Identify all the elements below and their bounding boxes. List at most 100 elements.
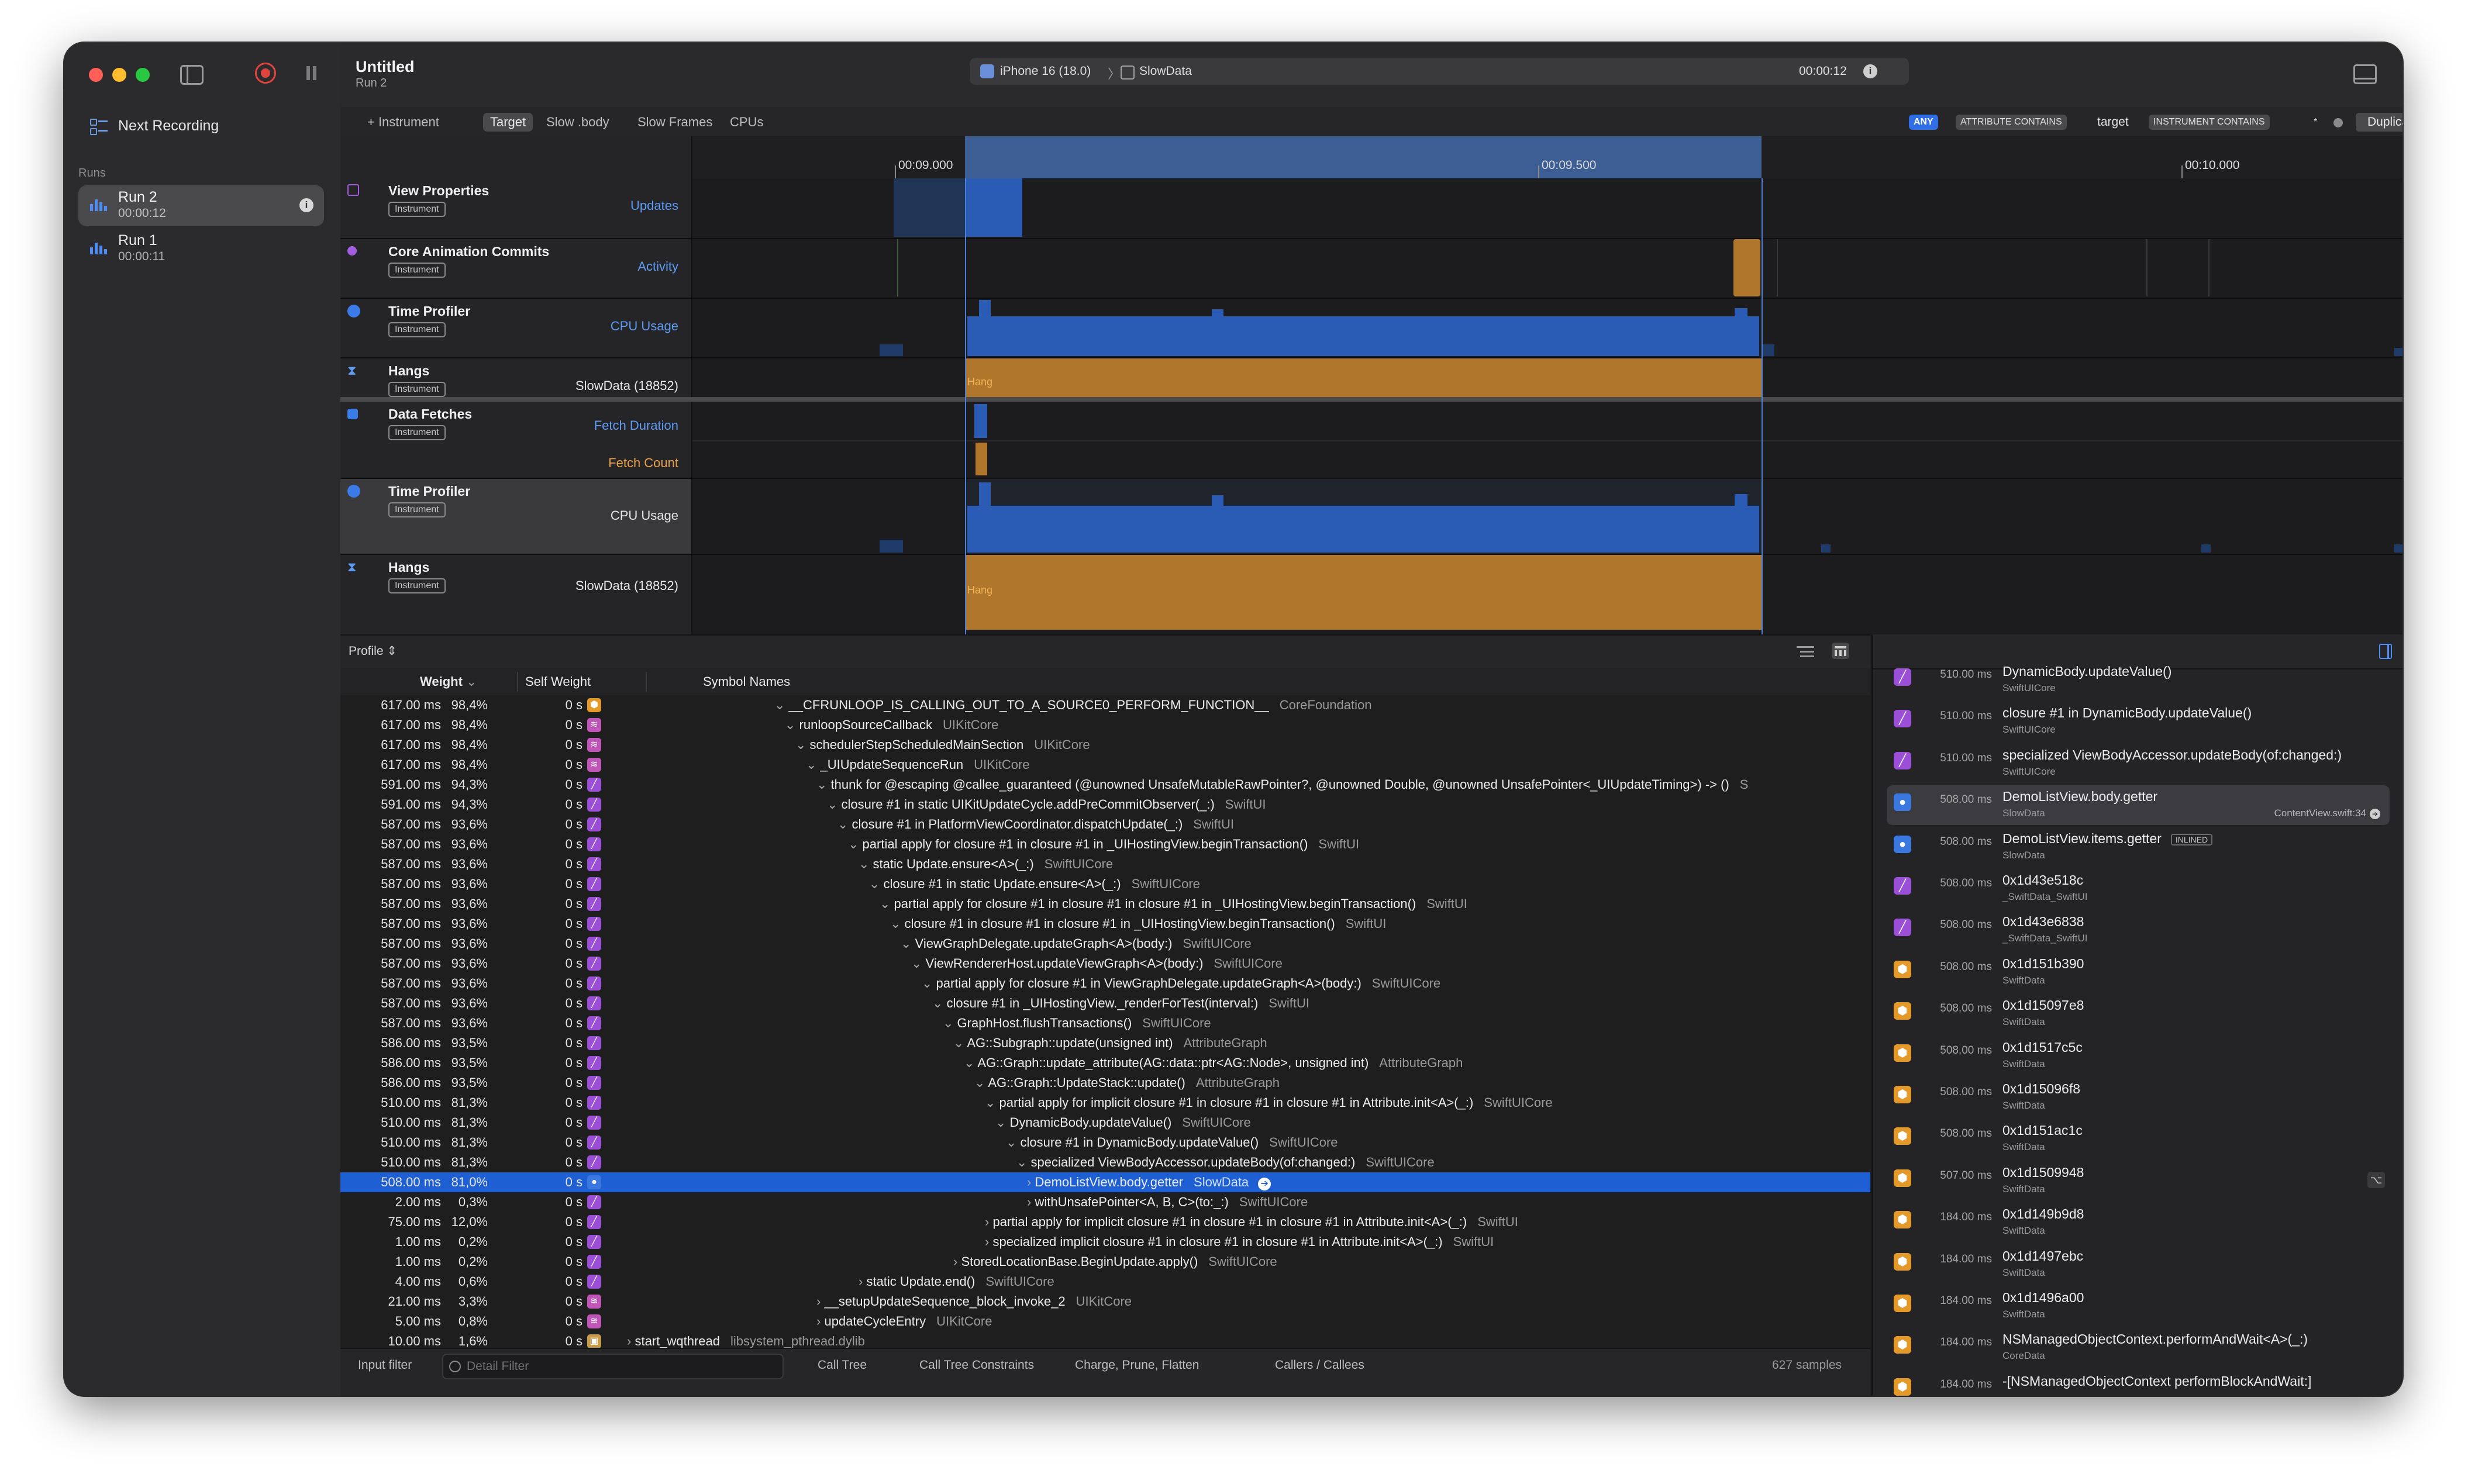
- go-to-source-icon[interactable]: ➔: [2370, 809, 2380, 820]
- track-hangs[interactable]: ⧗ Hangs Instrument SlowData (18852): [340, 555, 692, 634]
- call-tree-button[interactable]: Call Tree: [818, 1358, 867, 1372]
- callers-callees-button[interactable]: Callers / Callees: [1275, 1358, 1364, 1372]
- filter-value[interactable]: target: [2093, 115, 2133, 130]
- device-name[interactable]: iPhone 16 (18.0): [1000, 64, 1091, 78]
- data-fetches-lane[interactable]: [692, 402, 2402, 478]
- table-row[interactable]: 75.00 ms 12,0% 0 s ╱ › partial apply for imp…: [340, 1212, 1870, 1232]
- disclosure-chevron-icon[interactable]: ›: [859, 1274, 866, 1289]
- stack-frame[interactable]: ⬢ 508.00 ms 0x1d15096f8 SwiftData: [1887, 1078, 2390, 1117]
- activity-view[interactable]: iPhone 16 (18.0) 〉 SlowData 00:00:12 i: [970, 58, 1909, 85]
- symbol-cell[interactable]: ⌄ closure #1 in closure #1 in closure #1…: [890, 914, 1386, 934]
- table-row[interactable]: 587.00 ms 93,6% 0 s ╱ ⌄ closure #1 in _UIHos…: [340, 993, 1870, 1013]
- table-row[interactable]: 510.00 ms 81,3% 0 s ╱ ⌄ DynamicBody.updateVa…: [340, 1113, 1870, 1133]
- disclosure-chevron-icon[interactable]: ⌄: [806, 757, 821, 772]
- stack-frame[interactable]: ⬢ 508.00 ms 0x1d151ac1c SwiftData: [1887, 1119, 2390, 1159]
- filter-attribute-token[interactable]: ATTRIBUTE CONTAINS: [1956, 115, 2067, 130]
- disclosure-chevron-icon[interactable]: ⌄: [859, 857, 873, 871]
- table-row[interactable]: 617.00 ms 98,4% 0 s ≋ ⌄ _UIUpdateSequenceRun…: [340, 755, 1870, 775]
- table-row[interactable]: 587.00 ms 93,6% 0 s ╱ ⌄ GraphHost.flushTrans…: [340, 1013, 1870, 1033]
- disclosure-chevron-icon[interactable]: ⌄: [795, 737, 810, 752]
- disclosure-chevron-icon[interactable]: ›: [953, 1254, 961, 1269]
- filter-any-token[interactable]: ANY: [1909, 115, 1938, 130]
- disclosure-chevron-icon[interactable]: ⌄: [880, 896, 894, 911]
- info-icon[interactable]: i: [1863, 64, 1877, 78]
- range-end-line[interactable]: [1762, 178, 1763, 634]
- table-row[interactable]: 10.00 ms 1,6% 0 s ▣ › start_wqthread libsyste…: [340, 1331, 1870, 1348]
- symbol-cell[interactable]: ⌄ AG::Subgraph::update(unsigned int) Attr…: [953, 1033, 1267, 1053]
- disclosure-chevron-icon[interactable]: ⌄: [911, 956, 926, 971]
- tab-cpus[interactable]: CPUs: [723, 113, 770, 132]
- symbol-cell[interactable]: ⌄ partial apply for closure #1 in closur…: [880, 894, 1467, 914]
- table-row[interactable]: 21.00 ms 3,3% 0 s ≋ › __setupUpdateSequence_…: [340, 1292, 1870, 1312]
- table-row[interactable]: 617.00 ms 98,4% 0 s ⬢ ⌄ __CFRUNLOOP_IS_CALLI…: [340, 695, 1870, 715]
- disclosure-chevron-icon[interactable]: ⌄: [985, 1095, 999, 1110]
- table-row[interactable]: 1.00 ms 0,2% 0 s ╱ › specialized implicit cl…: [340, 1232, 1870, 1252]
- disclosure-chevron-icon[interactable]: ⌄: [774, 698, 789, 712]
- symbol-cell[interactable]: ⌄ runloopSourceCallback UIKitCore: [785, 715, 998, 735]
- hang-interval[interactable]: Hang: [965, 555, 1762, 630]
- hangs-lane[interactable]: Hang: [692, 555, 2402, 634]
- symbol-cell[interactable]: ⌄ specialized ViewBodyAccessor.updateBod…: [1016, 1152, 1435, 1172]
- time-ruler[interactable]: 00:09.000 00:09.500 00:10.000: [692, 136, 2402, 178]
- branch-icon[interactable]: ⌥: [2367, 1171, 2385, 1188]
- symbol-cell[interactable]: › start_wqthread libsystem_pthread.dylib: [627, 1331, 865, 1348]
- symbol-cell[interactable]: ⌄ thunk for @escaping @callee_guaranteed…: [816, 775, 1748, 795]
- pause-button[interactable]: [305, 66, 318, 80]
- detail-filter-field[interactable]: [442, 1354, 784, 1379]
- list-view-icon[interactable]: [1797, 644, 1814, 659]
- symbol-cell[interactable]: ⌄ schedulerStepScheduledMainSection UIKit…: [795, 735, 1090, 755]
- self-weight-column-header[interactable]: Self Weight: [525, 674, 591, 689]
- view-properties-lane[interactable]: [692, 178, 2402, 238]
- disclosure-chevron-icon[interactable]: ›: [985, 1214, 992, 1229]
- table-row[interactable]: 586.00 ms 93,5% 0 s ╱ ⌄ AG::Subgraph::update…: [340, 1033, 1870, 1053]
- symbol-cell[interactable]: ⌄ AG::Graph::UpdateStack::update() Attrib…: [974, 1073, 1280, 1093]
- run-2-item[interactable]: Run 2 00:00:12 i: [78, 185, 324, 226]
- panel-toggle-icon[interactable]: [2353, 64, 2377, 84]
- symbol-cell[interactable]: ⌄ closure #1 in _UIHostingView._renderFo…: [932, 993, 1309, 1013]
- stack-frame[interactable]: ╱ 510.00 ms closure #1 in DynamicBody.upda…: [1887, 702, 2390, 741]
- range-start-line[interactable]: [965, 178, 966, 634]
- stack-frame[interactable]: ╱ 510.00 ms DynamicBody.updateValue() Swift…: [1887, 660, 2390, 700]
- info-icon[interactable]: i: [299, 198, 313, 212]
- disclosure-chevron-icon[interactable]: ⌄: [932, 996, 947, 1010]
- symbol-cell[interactable]: ⌄ DynamicBody.updateValue() SwiftUICore: [995, 1113, 1251, 1133]
- tab-slow-frames[interactable]: Slow Frames: [630, 113, 719, 132]
- table-row[interactable]: 587.00 ms 93,6% 0 s ╱ ⌄ partial apply for cl…: [340, 974, 1870, 993]
- cpu-usage-lane[interactable]: [692, 299, 2402, 357]
- track-group-divider[interactable]: [340, 397, 2402, 402]
- disclosure-chevron-icon[interactable]: ›: [627, 1334, 635, 1348]
- table-row[interactable]: 591.00 ms 94,3% 0 s ╱ ⌄ closure #1 in static…: [340, 795, 1870, 815]
- stack-frame[interactable]: ╱ 510.00 ms specialized ViewBodyAccessor.u…: [1887, 744, 2390, 784]
- table-row[interactable]: 587.00 ms 93,6% 0 s ╱ ⌄ partial apply for cl…: [340, 834, 1870, 854]
- symbol-cell[interactable]: › partial apply for implicit closure #1 …: [985, 1212, 1518, 1232]
- input-filter-button[interactable]: Input filter: [358, 1358, 412, 1372]
- table-row[interactable]: 510.00 ms 81,3% 0 s ╱ ⌄ specialized ViewBody…: [340, 1152, 1870, 1172]
- disclosure-chevron-icon[interactable]: ⌄: [890, 916, 905, 931]
- disclosure-chevron-icon[interactable]: ⌄: [943, 1016, 957, 1030]
- table-row[interactable]: 5.00 ms 0,8% 0 s ≋ › updateCycleEntry UIKitCo…: [340, 1312, 1870, 1331]
- track-time-profiler[interactable]: Time Profiler Instrument CPU Usage: [340, 299, 692, 357]
- symbol-cell[interactable]: ⌄ AG::Graph::update_attribute(AG::data::…: [964, 1053, 1463, 1073]
- target-process[interactable]: SlowData: [1139, 64, 1192, 78]
- table-row[interactable]: 508.00 ms 81,0% 0 s ● › DemoListView.body.ge…: [340, 1172, 1870, 1192]
- symbol-cell[interactable]: › DemoListView.body.getter SlowData ➔: [1027, 1172, 1271, 1192]
- table-row[interactable]: 617.00 ms 98,4% 0 s ≋ ⌄ schedulerStepSchedul…: [340, 735, 1870, 755]
- table-row[interactable]: 587.00 ms 93,6% 0 s ╱ ⌄ partial apply for cl…: [340, 894, 1870, 914]
- detail-filter-input[interactable]: [466, 1358, 772, 1375]
- stack-frame[interactable]: ⬢ 184.00 ms -[NSManagedObjectContext perfo…: [1887, 1370, 2390, 1396]
- table-row[interactable]: 587.00 ms 93,6% 0 s ╱ ⌄ closure #1 in Platfo…: [340, 815, 1870, 834]
- disclosure-chevron-icon[interactable]: ⌄: [848, 837, 863, 851]
- stack-frame[interactable]: ⬢ 508.00 ms 0x1d151b390 SwiftData: [1887, 952, 2390, 992]
- sidebar-toggle-icon[interactable]: [180, 65, 204, 85]
- stack-frame[interactable]: ╱ 508.00 ms 0x1d43e518c _SwiftData_SwiftUI: [1887, 869, 2390, 909]
- table-row[interactable]: 617.00 ms 98,4% 0 s ≋ ⌄ runloopSourceCallbac…: [340, 715, 1870, 735]
- disclosure-chevron-icon[interactable]: ⌄: [869, 876, 884, 891]
- zoom-window-button[interactable]: [136, 68, 150, 82]
- selection-range[interactable]: [965, 136, 1762, 178]
- stack-frame[interactable]: ⬢ 184.00 ms 0x1d1497ebc SwiftData: [1887, 1245, 2390, 1285]
- symbol-cell[interactable]: › static Update.end() SwiftUICore: [859, 1272, 1054, 1292]
- stack-frame[interactable]: ⬢ 508.00 ms 0x1d1517c5c SwiftData: [1887, 1036, 2390, 1076]
- add-instrument-button[interactable]: + Instrument: [360, 113, 446, 132]
- disclosure-chevron-icon[interactable]: ⌄: [816, 777, 831, 792]
- track-time-profiler-selected[interactable]: Time Profiler Instrument CPU Usage: [340, 479, 692, 554]
